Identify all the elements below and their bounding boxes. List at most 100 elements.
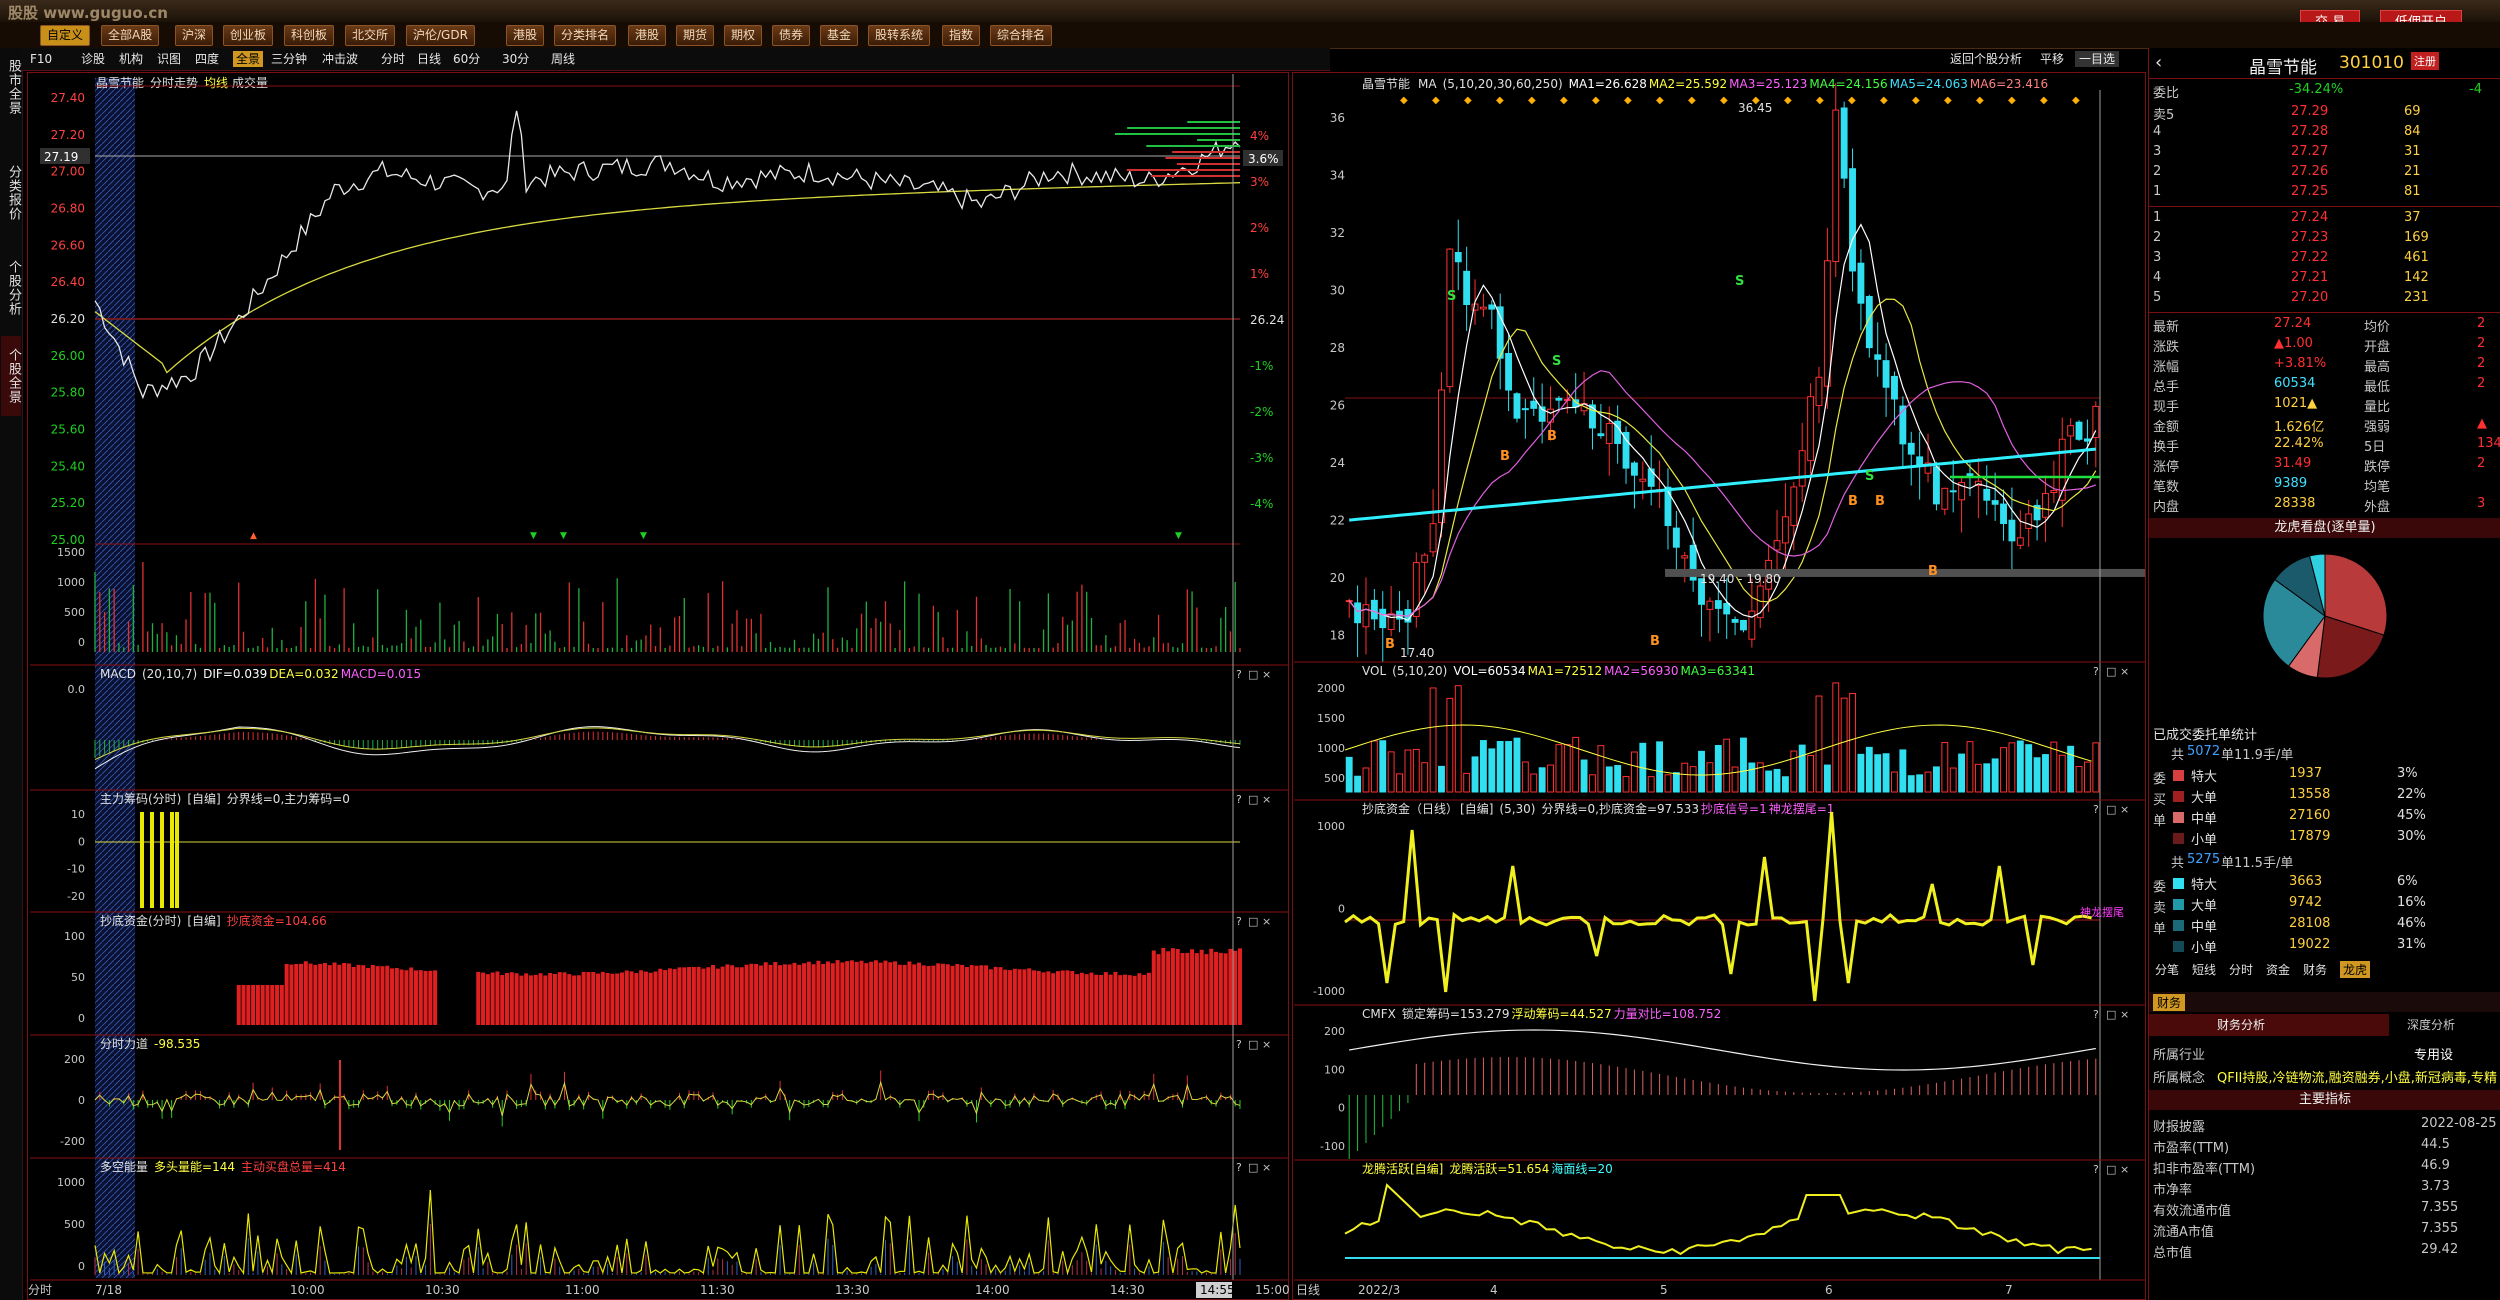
signal-marker: ▼ (640, 531, 647, 541)
pane-close-icon: × (1262, 1038, 1271, 1051)
pane-tick-label: 500 (1324, 772, 1345, 785)
stat-label: 涨幅 (2153, 360, 2180, 375)
pan-button[interactable]: 平移 (2040, 51, 2064, 67)
candle-body (2083, 438, 2091, 442)
volume-bar (1781, 776, 1789, 793)
header-part: 龙腾活跃=51.654 (1449, 1161, 1549, 1176)
deal-type: 小单 (2191, 833, 2218, 848)
fin-value: 46.9 (2421, 1158, 2450, 1173)
candle-body (1748, 610, 1756, 640)
quote-tab[interactable]: 分笔 (2155, 961, 2179, 978)
header-part: 抄底资金(分时) (100, 913, 181, 928)
price-tick-label: 26.60 (51, 238, 85, 252)
depth-analysis-tab[interactable]: 深度分析 (2407, 1016, 2455, 1033)
pct-tick-label: 1% (1250, 267, 1269, 281)
pct-tick-label: -3% (1250, 451, 1273, 465)
pane-tick-label: 1000 (57, 1176, 85, 1189)
quote-tab[interactable]: 财务 (2303, 961, 2327, 978)
sell-level-label: 1 (2153, 184, 2162, 199)
zhuli-bar (170, 812, 174, 908)
zhuli-bar (175, 812, 179, 908)
sell-price: 27.25 (2291, 184, 2329, 199)
panel-header: MACD (20,10,7) DIF=0.039 DEA=0.032 MACD=0.01… (100, 667, 421, 681)
current-price-tag: 27.19 (44, 150, 78, 164)
volume-bar (1396, 773, 1403, 793)
candle-body (1547, 408, 1554, 423)
average-price-line (94, 182, 1241, 374)
quote-tab[interactable]: 资金 (2266, 961, 2290, 978)
volume-bar (1974, 763, 1982, 793)
volume-bar (1471, 756, 1479, 793)
stat-label: 开盘 (2364, 340, 2391, 355)
candle-body (1354, 602, 1362, 624)
event-diamond: ◆ (1880, 95, 1888, 106)
fin-value: 44.5 (2421, 1137, 2450, 1152)
header-part: [自编] (1460, 801, 1493, 816)
fin-value: 3.73 (2421, 1179, 2450, 1194)
price-tick-label: 26.40 (51, 275, 85, 289)
event-diamond: ◆ (1464, 95, 1472, 106)
panel-header: 龙腾活跃[自编] 龙腾活跃=51.654 海面线=20 (1362, 1161, 1613, 1176)
header-part: 分时走势 (150, 76, 198, 90)
candle-body (1454, 252, 1462, 263)
volume-bar (1630, 751, 1638, 793)
zhuli-bar (160, 812, 164, 908)
date-tick-label: 日线 (1296, 1283, 1320, 1297)
candle-body (1706, 600, 1714, 610)
candle-body (1874, 354, 1882, 360)
panel-header: 主力筹码(分时) [自编] 分界线=0,主力筹码=0 (100, 791, 350, 806)
volume-bar (1647, 776, 1655, 793)
back-analysis-button[interactable]: 返回个股分析 (1950, 51, 2022, 67)
volume-bar (1387, 751, 1395, 793)
deal-summary-count: 5275 (2187, 852, 2221, 867)
volume-bar (2058, 754, 2066, 793)
quote-tab[interactable]: 分时 (2229, 961, 2253, 978)
deal-volume: 3663 (2289, 874, 2323, 889)
fin-value: 2022-08-25 (2421, 1116, 2497, 1131)
select-dropdown[interactable]: 一目选 (2075, 51, 2120, 67)
deal-type: 大单 (2191, 899, 2218, 914)
volume-bar (1370, 740, 1378, 793)
finance-analysis-tab[interactable]: 财务分析 (2217, 1016, 2265, 1033)
back-icon[interactable]: ‹ (2155, 52, 2162, 73)
volume-bar (1815, 695, 1823, 793)
deal-percent: 30% (2397, 829, 2426, 844)
header-part: MA6=23.416 (1970, 77, 2048, 91)
volume-tick-label: 0 (78, 636, 85, 649)
header-part: (5,30) (1499, 802, 1535, 816)
concept-label: 所属概念 (2153, 1071, 2206, 1086)
candle-body (2025, 513, 2033, 529)
candle-body (1731, 618, 1739, 623)
quote-tab[interactable]: 龙虎 (2340, 961, 2371, 978)
deal-color-swatch (2173, 812, 2184, 823)
finance-tab[interactable]: 财务 (2153, 994, 2186, 1011)
header-part: (5,10,20) (1392, 664, 1447, 678)
candle-body (2016, 537, 2024, 546)
event-diamond: ◆ (1688, 95, 1696, 106)
header-part: 抄底资金（日线） (1362, 801, 1458, 816)
high-annotation: 36.45 (1738, 101, 1772, 115)
candle-body (1622, 431, 1630, 469)
candle-body (1899, 405, 1907, 445)
pane-help-icon: ? (2093, 1163, 2099, 1176)
buy-price: 27.20 (2291, 290, 2329, 305)
daily-price-tick: 36 (1330, 111, 1345, 125)
volume-bar (1454, 685, 1462, 793)
quote-tab[interactable]: 短线 (2192, 961, 2216, 978)
candle-body (1790, 486, 1798, 526)
volume-bar (1731, 766, 1739, 793)
quote-panel: ‹ 晶雪节能 301010 注册 委比 -34.24% -4 卖5 27.29 69 4 27.28 8… (2148, 48, 2500, 1300)
date-tick-label: 7 (2005, 1283, 2013, 1297)
volume-bar (1907, 775, 1915, 793)
pane-tick-label: -1000 (1313, 985, 1345, 998)
charts-canvas: 晶雪节能 分时走势 均线 成交量27.4027.2027.0026.8026.6026… (28, 74, 2145, 1298)
time-tick-label: 14:30 (1110, 1283, 1145, 1297)
volume-bar (1773, 768, 1781, 793)
pane-tick-label: 100 (64, 930, 85, 943)
candle-body (1387, 613, 1395, 630)
header-part: 龙腾活跃[自编] (1362, 1161, 1443, 1176)
register-badge: 注册 (2411, 52, 2439, 70)
volume-bar (1949, 767, 1957, 793)
event-diamond: ◆ (1432, 95, 1440, 106)
buy-level-label: 3 (2153, 250, 2162, 265)
